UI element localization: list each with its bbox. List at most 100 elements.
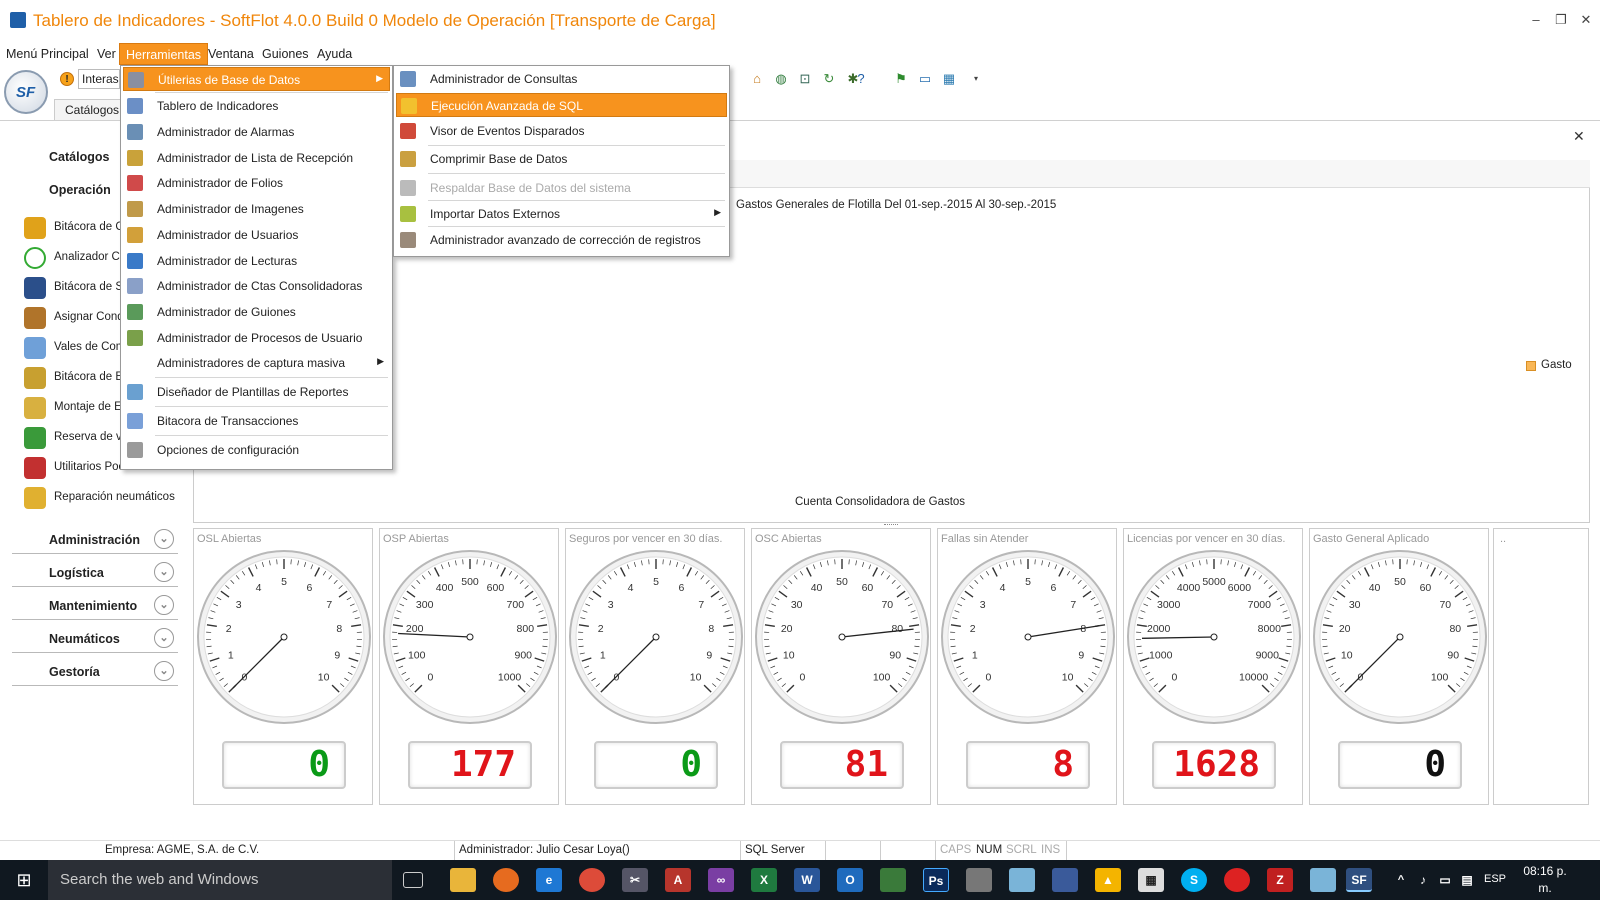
menu-item-administradores-de-captura-masiva[interactable]: Administradores de captura masiva▶ <box>123 351 390 375</box>
menu-item-tablero-de-indicadores[interactable]: Tablero de Indicadores <box>123 94 390 118</box>
gauge-tick-label: 500 <box>461 576 479 588</box>
app-icon-generic[interactable] <box>966 868 992 892</box>
menu-item-útilerias-de-base-de-datos[interactable]: Útilerias de Base de Datos▶ <box>123 67 390 91</box>
gauge-tick-label: 100 <box>1431 672 1449 684</box>
menu-herramientas[interactable]: Herramientas <box>119 43 208 65</box>
tools-icon[interactable]: ✂ <box>622 868 648 892</box>
chevron-down-icon[interactable]: ⌄ <box>154 661 174 681</box>
excel-icon[interactable]: X <box>751 868 777 892</box>
globe-icon[interactable]: ◍ <box>773 71 789 87</box>
windows-icon[interactable]: ▦ <box>941 71 957 87</box>
sidebar-section-logistica[interactable]: Logística⌄ <box>12 557 178 587</box>
windows-start-icon[interactable]: ⊞ <box>0 860 48 900</box>
filezilla-icon[interactable]: Z <box>1267 868 1293 892</box>
home-icon[interactable]: ⌂ <box>749 71 765 87</box>
outlook-icon[interactable]: O <box>837 868 863 892</box>
refresh-icon[interactable]: ↻ <box>821 71 837 87</box>
menu-ver[interactable]: Ver <box>91 43 122 65</box>
utilerias-submenu: Administrador de ConsultasEjecución Avan… <box>393 65 730 257</box>
close-panel-icon[interactable]: ✕ <box>1573 128 1585 145</box>
menu-principal[interactable]: Menú Principal <box>0 43 95 65</box>
app-icon-generic[interactable] <box>1009 868 1035 892</box>
search-doc-icon[interactable]: ⊡ <box>797 71 813 87</box>
softflot-taskbar-icon[interactable]: SF <box>1346 868 1372 892</box>
menu-item-administrador-de-consultas[interactable]: Administrador de Consultas <box>396 67 727 91</box>
language-indicator[interactable]: ESP <box>1484 873 1506 885</box>
chrome-icon[interactable] <box>579 868 605 892</box>
skype-icon[interactable]: S <box>1181 868 1207 892</box>
menu-item-opciones-de-configuración[interactable]: Opciones de configuración <box>123 438 390 462</box>
file-explorer-icon[interactable] <box>450 868 476 892</box>
clock[interactable]: 08:16 p. m. 03/09/2015 <box>1515 863 1575 914</box>
menu-ventana[interactable]: Ventana <box>202 43 260 65</box>
gauge-tick-label: 100 <box>873 672 891 684</box>
menu-item-comprimir-base-de-datos[interactable]: Comprimir Base de Datos <box>396 147 727 171</box>
menu-item-label: Importar Datos Externos <box>430 207 560 221</box>
visual-studio-icon[interactable]: ∞ <box>708 868 734 892</box>
restore-button[interactable]: ❐ <box>1547 12 1575 28</box>
chevron-down-icon[interactable]: ⌄ <box>154 529 174 549</box>
menu-item-administrador-avanzado-de-corrección-de-registros[interactable]: Administrador avanzado de corrección de … <box>396 228 727 252</box>
menu-item-administrador-de-usuarios[interactable]: Administrador de Usuarios <box>123 223 390 247</box>
access-icon[interactable]: A <box>665 868 691 892</box>
close-button[interactable]: ✕ <box>1572 12 1600 28</box>
menu-item-ejecución-avanzada-de-sql[interactable]: Ejecución Avanzada de SQL <box>396 93 727 117</box>
menu-item-importar-datos-externos[interactable]: Importar Datos Externos▶ <box>396 202 727 226</box>
menu-item-administrador-de-ctas-consolidadoras[interactable]: Administrador de Ctas Consolidadoras <box>123 274 390 298</box>
sidebar-section-mantenimiento[interactable]: Mantenimiento⌄ <box>12 590 178 620</box>
sidebar-section-gestoria[interactable]: Gestoría⌄ <box>12 656 178 686</box>
app-icon-generic[interactable] <box>1052 868 1078 892</box>
menu-item-administrador-de-guiones[interactable]: Administrador de Guiones <box>123 300 390 324</box>
splitter-handle[interactable] <box>884 524 898 526</box>
app-icon-generic[interactable] <box>1224 868 1250 892</box>
menu-item-bitacora-de-transacciones[interactable]: Bitacora de Transacciones <box>123 409 390 433</box>
app-icon-generic[interactable] <box>1310 868 1336 892</box>
image-icon <box>127 201 143 217</box>
flag-icon[interactable]: ⚑ <box>893 71 909 87</box>
minimize-button[interactable]: – <box>1522 12 1550 27</box>
sidebar-section-administracion[interactable]: Administración⌄ <box>12 524 178 554</box>
menu-item-visor-de-eventos-disparados[interactable]: Visor de Eventos Disparados <box>396 119 727 143</box>
menu-item-administrador-de-alarmas[interactable]: Administrador de Alarmas <box>123 120 390 144</box>
chevron-down-icon[interactable]: ⌄ <box>154 595 174 615</box>
lightning-icon <box>401 98 417 114</box>
drive-icon[interactable]: ▲ <box>1095 868 1121 892</box>
menu-item-administrador-de-imagenes[interactable]: Administrador de Imagenes <box>123 197 390 221</box>
firefox-icon[interactable] <box>493 868 519 892</box>
chevron-down-icon[interactable]: ⌄ <box>154 628 174 648</box>
gauge-tick-label: 8 <box>336 623 342 635</box>
model-combo[interactable]: Interas <box>78 69 120 89</box>
gauge-dial: 012345678910 <box>938 549 1118 729</box>
edge-icon[interactable]: e <box>536 868 562 892</box>
tab-catalogos[interactable]: Catálogos <box>54 99 122 121</box>
menu-item-administrador-de-lecturas[interactable]: Administrador de Lecturas <box>123 249 390 273</box>
menu-item-administrador-de-procesos-de-usuario[interactable]: Administrador de Procesos de Usuario <box>123 326 390 350</box>
notifications-icon[interactable]: ▤ <box>1454 868 1480 892</box>
status-empresa: Empresa: AGME, S.A. de C.V. <box>105 844 259 856</box>
map-icon[interactable] <box>880 868 906 892</box>
gauge-tick-label: 50 <box>1394 576 1406 588</box>
chevron-down-icon[interactable]: ⌄ <box>154 562 174 582</box>
taskbar-search-input[interactable]: Search the web and Windows <box>48 860 392 900</box>
gauge-0: OSL Abiertas0123456789100 <box>193 528 373 805</box>
menu-item-administrador-de-folios[interactable]: Administrador de Folios <box>123 171 390 195</box>
gauge-tick-label: 80 <box>1449 623 1461 635</box>
menu-item-administrador-de-lista-de-recepción[interactable]: Administrador de Lista de Recepción <box>123 146 390 170</box>
toolbar-overflow-icon[interactable]: ▾ <box>968 71 984 87</box>
sidebar-section-neumaticos[interactable]: Neumáticos⌄ <box>12 623 178 653</box>
monitor-icon[interactable]: ▭ <box>917 71 933 87</box>
driver-icon <box>24 307 46 329</box>
gauge-title: OSL Abiertas <box>197 533 261 545</box>
photoshop-icon[interactable]: Ps <box>923 868 949 892</box>
task-view-icon[interactable] <box>403 872 423 888</box>
menu-ayuda[interactable]: Ayuda <box>311 43 358 65</box>
help-icon[interactable]: ? <box>853 71 869 87</box>
import-icon <box>400 206 416 222</box>
word-icon[interactable]: W <box>794 868 820 892</box>
menu-item-diseñador-de-plantillas-de-reportes[interactable]: Diseñador de Plantillas de Reportes <box>123 380 390 404</box>
chart-x-axis-label: Cuenta Consolidadora de Gastos <box>795 496 965 508</box>
car-pool-icon <box>24 457 46 479</box>
calculator-icon[interactable]: ▦ <box>1138 868 1164 892</box>
menu-guiones[interactable]: Guiones <box>256 43 315 65</box>
status-caps: CAPS <box>940 844 971 856</box>
